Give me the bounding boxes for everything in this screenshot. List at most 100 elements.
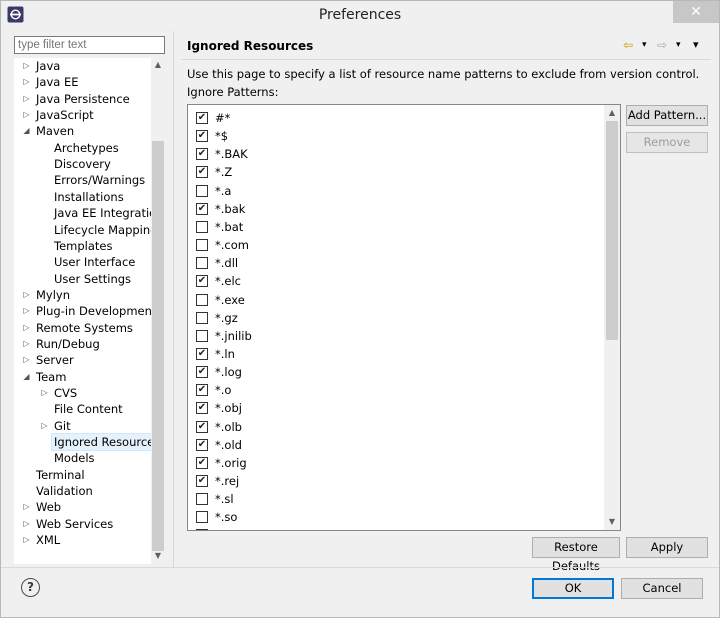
expand-twisty-icon[interactable]: ▷ [40, 418, 49, 434]
expand-twisty-icon[interactable]: ▷ [22, 499, 31, 515]
pattern-row[interactable]: *.dll [196, 254, 596, 272]
back-menu-chevron-icon[interactable]: ▾ [642, 37, 647, 53]
pattern-checkbox[interactable] [196, 220, 208, 233]
tree-item-lifecycle-mappings[interactable]: Lifecycle Mappings [14, 222, 163, 238]
tree-item-java-ee-integration[interactable]: Java EE Integration [14, 205, 164, 221]
pattern-row[interactable]: *.gz [196, 309, 596, 327]
pattern-checkbox[interactable]: ✔ [196, 456, 208, 469]
pattern-checkbox[interactable]: ✔ [196, 112, 208, 124]
remove-button[interactable]: Remove [626, 132, 708, 153]
expand-twisty-icon[interactable]: ▷ [22, 74, 31, 90]
pattern-row[interactable]: ✔ #* [196, 109, 596, 127]
pattern-row[interactable]: ✔ *.o [196, 381, 596, 399]
tree-item-ignored-resources[interactable]: Ignored Resources [14, 433, 164, 452]
pattern-checkbox[interactable]: ✔ [196, 402, 208, 415]
pattern-checkbox[interactable]: ✔ [196, 275, 208, 288]
expand-twisty-icon[interactable]: ▷ [22, 58, 31, 74]
expand-twisty-icon[interactable]: ▷ [22, 287, 31, 303]
pattern-row[interactable]: *.bat [196, 218, 596, 236]
forward-arrow-icon[interactable]: ⇨ [657, 37, 667, 53]
pattern-row[interactable]: *.so [196, 508, 596, 526]
tree-item-remote-systems[interactable]: ▷ Remote Systems [14, 320, 151, 336]
tree-item-xml[interactable]: ▷ XML [14, 532, 151, 548]
pattern-checkbox[interactable]: ✔ [196, 347, 208, 360]
expand-twisty-icon[interactable]: ▷ [22, 320, 31, 336]
pattern-checkbox[interactable]: ✔ [196, 202, 208, 215]
scroll-up-icon[interactable]: ▲ [604, 106, 620, 120]
tree-item-git[interactable]: ▷ Git [14, 418, 151, 434]
expand-twisty-icon[interactable]: ▷ [22, 107, 31, 123]
pane-divider[interactable] [173, 31, 174, 567]
scroll-down-icon[interactable]: ▼ [151, 549, 165, 563]
tree-item-maven[interactable]: ◢ Maven [14, 123, 151, 139]
tree-scroll-thumb[interactable] [152, 141, 164, 551]
pattern-row[interactable]: ✔ *.ln [196, 345, 596, 363]
apply-button[interactable]: Apply [626, 537, 708, 558]
pattern-checkbox[interactable] [196, 493, 208, 506]
expand-twisty-icon[interactable]: ▷ [40, 385, 49, 401]
pattern-row[interactable]: *.zip [196, 526, 596, 530]
help-icon[interactable]: ? [21, 578, 40, 597]
pattern-row[interactable]: *.jnilib [196, 327, 596, 345]
tree-item-run-debug[interactable]: ▷ Run/Debug [14, 336, 151, 352]
pattern-checkbox[interactable] [196, 293, 208, 306]
tree-scrollbar[interactable]: ▲ ▼ [151, 58, 165, 564]
patterns-scrollbar[interactable]: ▲ ▼ [604, 105, 620, 530]
back-arrow-icon[interactable]: ⇦ [623, 37, 633, 53]
pattern-row[interactable]: ✔ *.obj [196, 399, 596, 417]
tree-item-installations[interactable]: Installations [14, 189, 151, 205]
tree-item-errors-warnings[interactable]: Errors/Warnings [14, 172, 151, 188]
scroll-down-icon[interactable]: ▼ [604, 515, 620, 529]
pattern-checkbox[interactable]: ✔ [196, 166, 208, 179]
tree-item-javascript[interactable]: ▷ JavaScript [14, 107, 151, 123]
collapse-twisty-icon[interactable]: ◢ [22, 369, 31, 385]
view-menu-icon[interactable]: ▾ [693, 37, 699, 53]
pattern-row[interactable]: ✔ *$ [196, 127, 596, 145]
tree-item-web[interactable]: ▷ Web [14, 499, 151, 515]
close-button[interactable]: ✕ [673, 1, 719, 23]
tree-item-templates[interactable]: Templates [14, 238, 151, 254]
tree-item-java-ee[interactable]: ▷ Java EE [14, 74, 151, 90]
pattern-checkbox[interactable] [196, 239, 208, 252]
pattern-checkbox[interactable] [196, 184, 208, 197]
pattern-row[interactable]: ✔ *.orig [196, 454, 596, 472]
expand-twisty-icon[interactable]: ▷ [22, 516, 31, 532]
restore-defaults-button[interactable]: Restore Defaults [532, 537, 620, 573]
pattern-row[interactable]: ✔ *.BAK [196, 145, 596, 163]
pattern-checkbox[interactable]: ✔ [196, 384, 208, 397]
pattern-checkbox[interactable] [196, 511, 208, 524]
forward-menu-chevron-icon[interactable]: ▾ [676, 37, 681, 53]
pattern-checkbox[interactable]: ✔ [196, 420, 208, 433]
cancel-button[interactable]: Cancel [621, 578, 703, 599]
scroll-up-icon[interactable]: ▲ [151, 58, 165, 72]
pattern-checkbox[interactable]: ✔ [196, 366, 208, 379]
pattern-row[interactable]: *.sl [196, 490, 596, 508]
pattern-checkbox[interactable] [196, 257, 208, 270]
tree-item-user-interface[interactable]: User Interface [14, 254, 151, 270]
add-pattern-button[interactable]: Add Pattern... [626, 105, 708, 126]
pattern-row[interactable]: *.com [196, 236, 596, 254]
pattern-row[interactable]: ✔ *.bak [196, 200, 596, 218]
pattern-checkbox[interactable] [196, 529, 208, 530]
pattern-row[interactable]: ✔ *.log [196, 363, 596, 381]
tree-item-java[interactable]: ▷ Java [14, 58, 151, 74]
expand-twisty-icon[interactable]: ▷ [22, 303, 31, 319]
pattern-checkbox[interactable]: ✔ [196, 130, 208, 143]
tree-item-file-content[interactable]: File Content [14, 401, 151, 417]
tree-item-models[interactable]: Models [14, 450, 151, 466]
tree-item-team[interactable]: ◢ Team [14, 369, 151, 385]
pattern-checkbox[interactable] [196, 329, 208, 342]
tree-item-archetypes[interactable]: Archetypes [14, 140, 151, 156]
tree-item-validation[interactable]: Validation [14, 483, 151, 499]
pattern-row[interactable]: *.exe [196, 291, 596, 309]
tree-item-cvs[interactable]: ▷ CVS [14, 385, 151, 401]
pattern-row[interactable]: ✔ *.rej [196, 472, 596, 490]
collapse-twisty-icon[interactable]: ◢ [22, 123, 31, 139]
pattern-checkbox[interactable]: ✔ [196, 475, 208, 487]
pattern-checkbox[interactable]: ✔ [196, 438, 208, 451]
pattern-row[interactable]: ✔ *.elc [196, 272, 596, 290]
expand-twisty-icon[interactable]: ▷ [22, 91, 31, 107]
pattern-row[interactable]: ✔ *.Z [196, 163, 596, 181]
tree-item-java-persistence[interactable]: ▷ Java Persistence [14, 91, 151, 107]
filter-input[interactable] [14, 36, 165, 54]
